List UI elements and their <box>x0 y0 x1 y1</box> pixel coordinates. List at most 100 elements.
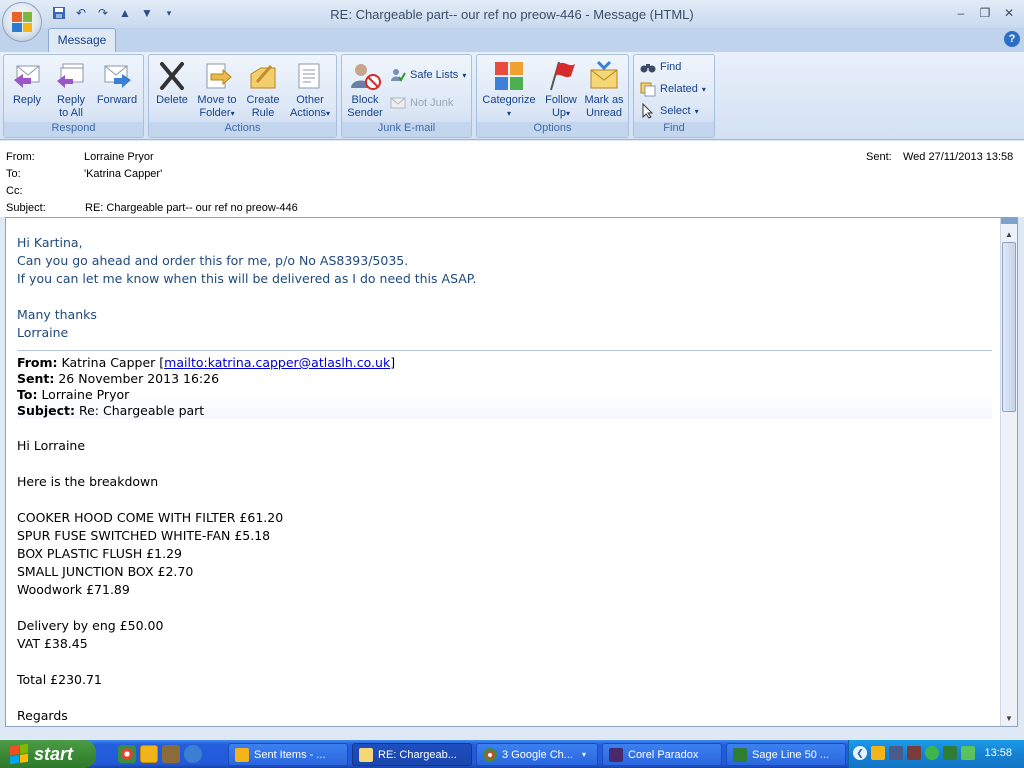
sage-task-icon <box>733 747 747 762</box>
ie-icon[interactable] <box>184 745 202 763</box>
move-to-folder-icon <box>206 63 232 89</box>
message-body-pane[interactable]: Hi Kartina, Can you go ahead and order t… <box>5 217 1018 727</box>
block-sender-button[interactable]: Block Sender <box>344 58 386 122</box>
group-junk-label: Junk E-mail <box>342 122 471 137</box>
block-sender-icon <box>351 64 381 90</box>
move-to-folder-button[interactable]: Move to Folder▾ <box>193 58 241 122</box>
delete-button[interactable]: Delete <box>151 58 193 122</box>
reply-button[interactable]: Reply <box>6 58 48 122</box>
quoted-sent-value: 26 November 2013 16:26 <box>58 371 220 386</box>
reply-all-button[interactable]: Reply to All <box>50 58 92 122</box>
quoted-sent: Sent: 26 November 2013 16:26 <box>17 371 992 387</box>
ribbon: Reply Reply to All Forward Respond Delet… <box>0 52 1024 140</box>
forward-button[interactable]: Forward <box>94 58 140 122</box>
forward-label: Forward <box>96 94 138 106</box>
quoted-intro: Here is the breakdown <box>17 474 159 489</box>
close-icon[interactable]: ✕ <box>998 4 1020 22</box>
chrome-icon[interactable] <box>118 745 136 763</box>
group-actions-label: Actions <box>149 122 336 137</box>
subject-value: RE: Chargeable part-- our ref no preow-4… <box>85 202 298 214</box>
quoted-from-name: Katrina Capper [ <box>61 355 165 370</box>
tray-expand-icon[interactable]: ❮ <box>853 746 867 760</box>
subject-label: Subject: <box>6 202 46 214</box>
help-icon[interactable]: ? <box>1004 31 1020 47</box>
scroll-up-icon[interactable]: ▲ <box>1001 228 1017 242</box>
delete-icon <box>160 62 184 90</box>
task-sage[interactable]: Sage Line 50 ... <box>726 743 846 766</box>
find-button[interactable]: Find <box>640 57 681 77</box>
sent-value: Wed 27/11/2013 13:58 <box>903 151 1014 163</box>
task-message[interactable]: RE: Chargeab... <box>352 743 472 766</box>
signoff: Lorraine <box>17 325 69 340</box>
scrollbar-thumb[interactable] <box>1002 242 1016 412</box>
create-rule-button[interactable]: Create Rule <box>241 58 285 122</box>
task-sent-items[interactable]: Sent Items - ... <box>228 743 348 766</box>
quoted-sent-label: Sent: <box>17 371 55 386</box>
follow-up-button[interactable]: Follow Up▾ <box>539 58 583 122</box>
related-label: Related <box>660 83 698 95</box>
related-icon <box>640 82 656 97</box>
not-junk-label: Not Junk <box>410 97 454 109</box>
total-line: Total £230.71 <box>17 672 102 687</box>
tray-network-icon[interactable] <box>889 746 903 760</box>
other-actions-label-2: Actions <box>289 107 327 119</box>
tray-check-icon[interactable] <box>961 746 975 760</box>
tab-message[interactable]: Message <box>48 28 116 52</box>
list-item: COOKER HOOD COME WITH FILTER £61.20 <box>17 510 284 525</box>
categorize-button[interactable]: Categorize ▾ <box>479 58 539 122</box>
follow-up-flag-icon <box>550 61 575 91</box>
group-options-label: Options <box>477 122 628 137</box>
outlook-icon[interactable] <box>140 745 158 763</box>
find-binoculars-icon <box>640 64 656 73</box>
outlook-task-icon <box>235 747 249 762</box>
mark-as-unread-button[interactable]: Mark as Unread <box>581 58 627 122</box>
vat-line: VAT £38.45 <box>17 636 88 651</box>
group-junk-email: Block Sender Safe Lists ▾ Not Junk Junk E… <box>341 54 472 138</box>
other-actions-button[interactable]: Other Actions▾ <box>287 58 333 122</box>
vertical-scrollbar[interactable]: ▲ ▼ <box>1000 218 1017 726</box>
from-value[interactable]: Lorraine Pryor <box>84 151 154 163</box>
not-junk-icon <box>390 97 406 109</box>
taskbar: start Sent Items - ... RE: Chargeab... 3… <box>0 740 1024 768</box>
paradox-task-icon <box>609 747 623 762</box>
quoted-to: To: Lorraine Pryor <box>17 387 992 403</box>
follow-up-label-1: Follow <box>545 94 577 106</box>
find-label: Find <box>660 61 682 73</box>
not-junk-button[interactable]: Not Junk <box>390 93 453 113</box>
group-respond-label: Respond <box>4 122 143 137</box>
safe-lists-button[interactable]: Safe Lists ▾ <box>390 65 466 85</box>
tray-app-icon[interactable] <box>907 746 921 760</box>
scroll-down-icon[interactable]: ▼ <box>1001 712 1017 726</box>
start-label: start <box>34 743 74 764</box>
list-item: Woodwork £71.89 <box>17 582 130 597</box>
envelope-task-icon <box>359 747 373 762</box>
office-button[interactable] <box>2 2 42 42</box>
related-button[interactable]: Related ▾ <box>640 79 706 99</box>
tray-security-icon[interactable] <box>943 746 957 760</box>
minimize-icon[interactable]: – <box>950 4 972 22</box>
reply-icon <box>14 65 40 88</box>
task-chrome[interactable]: 3 Google Ch... ▾ <box>476 743 598 766</box>
select-button[interactable]: Select ▾ <box>640 101 699 121</box>
list-item: BOX PLASTIC FLUSH £1.29 <box>17 546 183 561</box>
quoted-email-link[interactable]: mailto:katrina.capper@atlaslh.co.uk <box>164 355 390 370</box>
ribbon-tab-row: Message ? <box>0 28 1024 52</box>
to-value[interactable]: 'Katrina Capper' <box>84 168 162 180</box>
tray-status-icon[interactable] <box>925 746 939 760</box>
categorize-label: Categorize <box>482 94 536 106</box>
task-group-arrow-icon: ▾ <box>581 750 586 759</box>
other-actions-label-1: Other <box>296 94 324 106</box>
to-label: To: <box>6 168 21 180</box>
tray-outlook-icon[interactable] <box>871 746 885 760</box>
window-title: RE: Chargeable part-- our ref no preow-4… <box>330 7 694 22</box>
create-rule-label-1: Create <box>246 94 280 106</box>
list-item: SPUR FUSE SWITCHED WHITE-FAN £5.18 <box>17 528 271 543</box>
reply-all-icon <box>57 63 84 88</box>
restore-icon[interactable]: ❐ <box>974 4 996 22</box>
move-label-1: Move to <box>197 94 237 106</box>
quoted-subject-value: Re: Chargeable part <box>78 403 205 418</box>
start-button[interactable]: start <box>0 740 96 768</box>
app-icon[interactable] <box>162 745 180 763</box>
regards-line: Regards <box>17 708 68 723</box>
task-corel-paradox[interactable]: Corel Paradox <box>602 743 722 766</box>
